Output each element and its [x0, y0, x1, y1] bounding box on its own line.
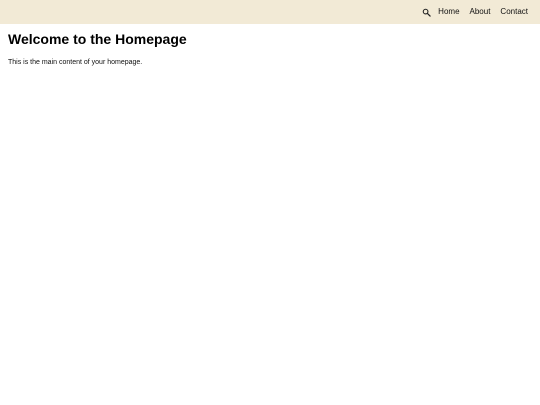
top-navigation-bar: Home About Contact	[0, 0, 540, 24]
main-paragraph: This is the main content of your homepag…	[8, 59, 143, 66]
main-content: Welcome to the Homepage This is the main…	[0, 24, 540, 74]
nav-link-home[interactable]: Home	[438, 0, 459, 24]
nav-menu: Home About Contact	[421, 0, 528, 24]
nav-link-about[interactable]: About	[470, 0, 491, 24]
search-icon[interactable]	[421, 7, 432, 18]
nav-link-contact[interactable]: Contact	[500, 0, 528, 24]
page-title: Welcome to the Homepage	[8, 31, 187, 47]
